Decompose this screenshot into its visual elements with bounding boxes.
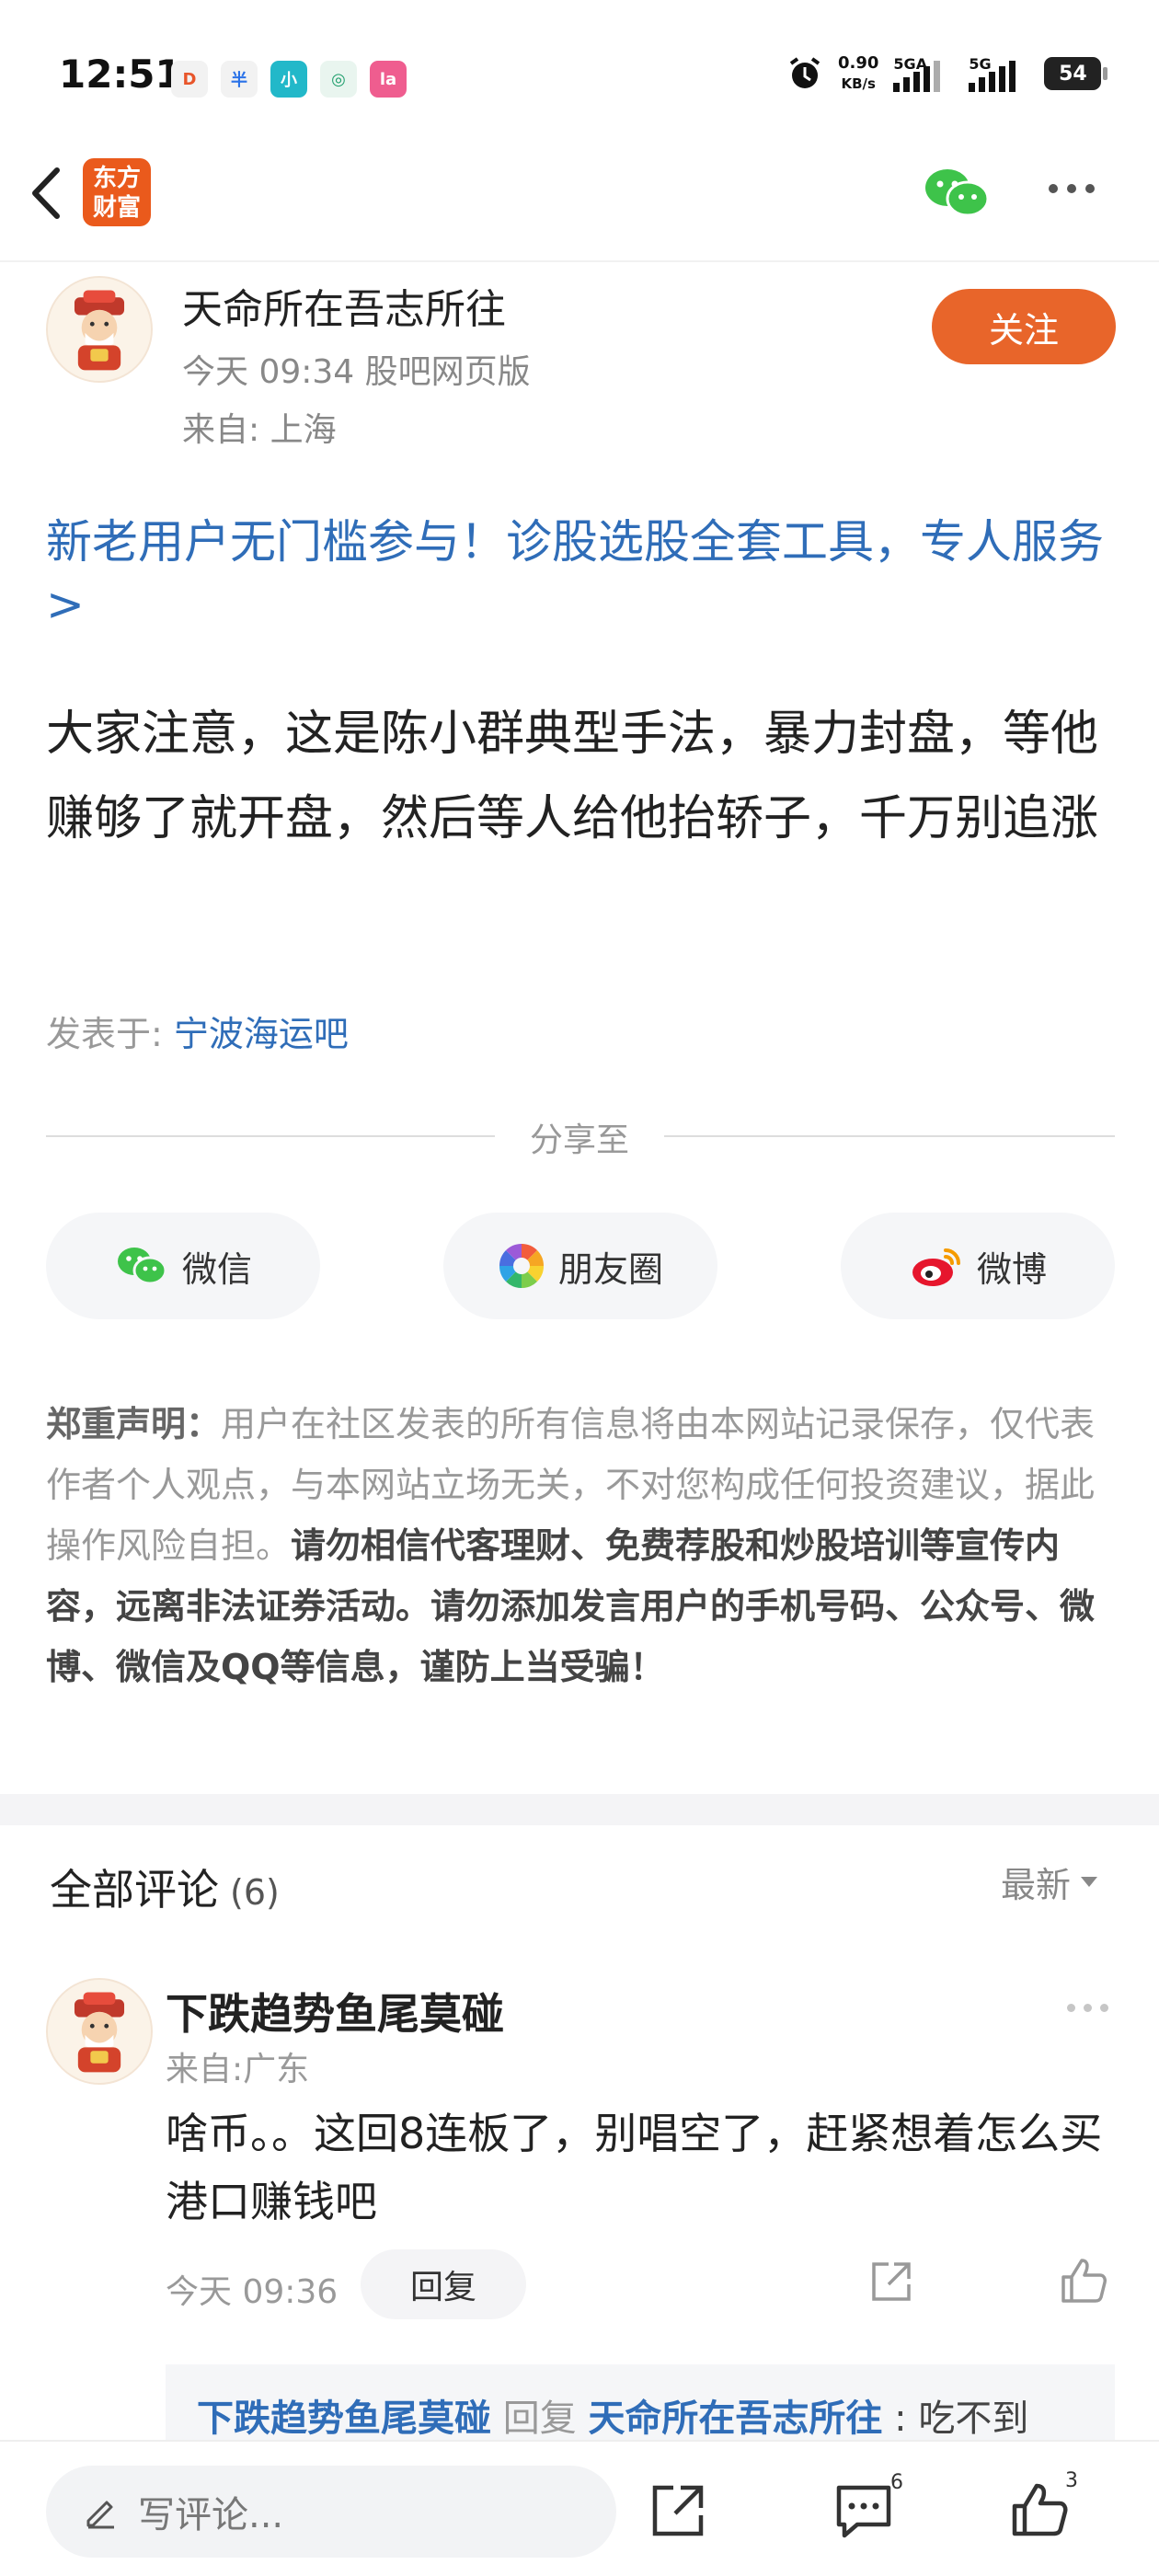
like-count-badge: 3 — [1065, 2469, 1078, 2492]
vpn-icon: ◎ — [320, 61, 357, 98]
share-moments-button[interactable]: 朋友圈 — [443, 1213, 717, 1319]
more-options-icon[interactable] — [1049, 184, 1095, 193]
comment-location: 来自:广东 — [166, 2051, 310, 2088]
posted-in: 发表于: 宁波海运吧 — [46, 1006, 349, 1056]
pencil-icon — [86, 2501, 114, 2529]
comments-icon[interactable] — [833, 2482, 894, 2539]
logo-line-1: 东方 — [92, 165, 141, 192]
miniapp-icon: 小 — [270, 61, 307, 98]
author-name[interactable]: 天命所在吾志所往 — [182, 276, 506, 335]
post-time-source: 今天 09:34 股吧网页版 — [182, 353, 531, 391]
share-wechat-button[interactable]: 微信 — [46, 1213, 320, 1319]
comment-time: 今天 09:36 — [166, 2273, 339, 2311]
status-clock: 12:51 — [59, 52, 182, 97]
sort-dropdown[interactable]: 最新 — [1001, 1857, 1098, 1907]
promo-link[interactable]: 新老用户无门槛参与！诊股选股全套工具，专人服务> — [46, 511, 1113, 636]
reply-from-user[interactable]: 下跌趋势鱼尾莫碰 — [197, 2398, 491, 2440]
comments-title-text: 全部评论 — [50, 1865, 219, 1915]
share-title: 分享至 — [529, 1121, 629, 1159]
write-comment-input[interactable]: 写评论... — [46, 2466, 616, 2558]
comment-like-icon[interactable] — [1060, 2257, 1107, 2305]
alipay-icon: 半 — [221, 61, 258, 98]
net-speed-value: 0.90 — [838, 53, 879, 73]
comment-reply-button[interactable]: 回复 — [361, 2249, 526, 2319]
signal-5g-label: 5G — [969, 55, 992, 73]
signal-5ga-label: 5GA — [893, 55, 928, 73]
share-moments-label: 朋友圈 — [557, 1248, 663, 1290]
share-divider-right — [664, 1135, 1115, 1137]
wechat-icon — [117, 1248, 167, 1285]
comments-count-badge: 6 — [890, 2471, 903, 2494]
comments-count: (6) — [230, 1872, 280, 1913]
stock-bar-link[interactable]: 宁波海运吧 — [174, 1014, 349, 1054]
sort-label: 最新 — [1001, 1865, 1072, 1905]
post-location: 来自: 上海 — [182, 411, 337, 449]
comment-user-name[interactable]: 下跌趋势鱼尾莫碰 — [166, 1981, 504, 2041]
lalala-icon: la — [370, 61, 407, 98]
reply-text: : 吃不到 — [882, 2398, 1029, 2440]
section-divider — [0, 1794, 1159, 1825]
taobao-icon: D — [171, 61, 208, 98]
share-weibo-label: 微博 — [976, 1248, 1047, 1290]
comment-avatar[interactable] — [46, 1978, 153, 2085]
disclaimer: 郑重声明：用户在社区发表的所有信息将由本网站记录保存，仅代表作者个人观点，与本网… — [46, 1394, 1122, 1697]
post-body: 大家注意，这是陈小群典型手法，暴力封盘，等他赚够了就开盘，然后等人给他抬轿子，千… — [46, 707, 1099, 846]
posted-in-label: 发表于: — [46, 1014, 174, 1054]
weibo-icon — [912, 1248, 960, 1286]
reply-to-user[interactable]: 天命所在吾志所往 — [588, 2398, 882, 2440]
reply-verb: 回复 — [491, 2398, 589, 2440]
comment-share-icon[interactable] — [868, 2259, 914, 2305]
caret-down-icon — [1081, 1876, 1098, 1887]
status-indicators: 0.90 KB/s 5GA 5G 54 — [786, 53, 1108, 94]
signal-5g-icon: 5G — [969, 55, 1029, 92]
follow-button[interactable]: 关注 — [932, 289, 1116, 364]
share-weibo-button[interactable]: 微博 — [841, 1213, 1115, 1319]
comments-title: 全部评论 (6) — [50, 1857, 280, 1917]
author-avatar[interactable] — [46, 276, 153, 383]
share-divider-left — [46, 1135, 495, 1137]
status-app-icons: D 半小 ◎ la — [171, 61, 407, 98]
disclaimer-lead: 郑重声明： — [46, 1404, 222, 1444]
moments-icon — [499, 1243, 544, 1289]
battery-icon: 54 — [1044, 57, 1108, 90]
net-speed: 0.90 KB/s — [838, 53, 878, 94]
write-comment-placeholder: 写评论... — [138, 2494, 284, 2536]
share-icon[interactable] — [649, 2482, 706, 2539]
comment-more-icon[interactable] — [1067, 2004, 1108, 2012]
share-wechat-label: 微信 — [181, 1248, 252, 1290]
like-icon[interactable] — [1010, 2480, 1069, 2539]
net-speed-unit: KB/s — [841, 75, 876, 92]
signal-5ga-icon: 5GA — [893, 55, 954, 92]
back-arrow-icon[interactable] — [24, 161, 70, 225]
logo-line-2: 财富 — [92, 194, 141, 222]
wechat-share-icon[interactable] — [920, 166, 993, 221]
comment-text: 啥币。。这回8连板了，别唱空了，赶紧想着怎么买港口赚钱吧 — [166, 2109, 1103, 2226]
alarm-icon — [789, 57, 820, 88]
eastmoney-logo: 东方 财富 — [83, 158, 151, 226]
